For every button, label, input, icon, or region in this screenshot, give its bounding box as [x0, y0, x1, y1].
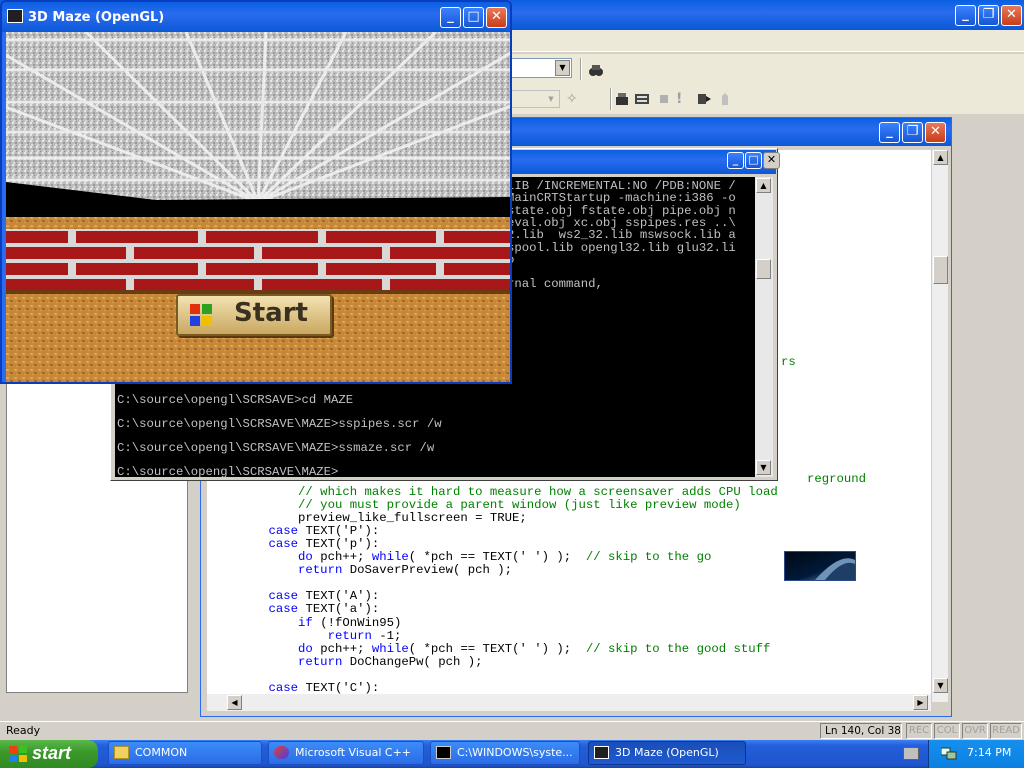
status-indicator-read: READ — [990, 723, 1022, 739]
ide-toolbar-1: ▼ — [510, 54, 1024, 84]
scroll-down-arrow-icon[interactable]: ▼ — [756, 460, 771, 475]
source-close-button[interactable]: ✕ — [925, 122, 946, 143]
scroll-thumb[interactable] — [933, 256, 948, 284]
code-fragment-reground: reground — [807, 472, 867, 486]
ide-close-button[interactable]: ✕ — [1001, 5, 1022, 26]
start-button[interactable]: start — [0, 740, 98, 768]
taskbar: start COMMON Microsoft Visual C++ C:\WIN… — [0, 740, 1024, 768]
code-line: preview_like_fullscreen = TRUE; — [298, 511, 527, 526]
keyboard-icon[interactable] — [903, 747, 919, 760]
chevron-down-icon[interactable]: ▼ — [555, 60, 570, 76]
maze-app-icon — [594, 746, 609, 759]
system-tray: 7:14 PM — [928, 740, 1024, 768]
ide-restore-button[interactable]: ❐ — [978, 5, 999, 26]
code-line: case TEXT('C'): — [268, 680, 380, 695]
maze-close-button[interactable]: ✕ — [486, 7, 507, 28]
taskbar-button-console[interactable]: C:\WINDOWS\syste... — [430, 741, 580, 765]
earth-thumbnail — [784, 551, 856, 581]
scroll-down-arrow-icon[interactable]: ▼ — [933, 678, 948, 693]
code-area: // which makes it hard to measure how a … — [239, 486, 937, 702]
status-indicator-col: COL — [934, 723, 960, 739]
clock[interactable]: 7:14 PM — [967, 746, 1011, 759]
find-combo[interactable]: ▼ — [510, 58, 572, 78]
console-command: C:\source\opengl\SCRSAVE>cd MAZE — [117, 393, 354, 407]
taskbar-button-common[interactable]: COMMON — [108, 741, 262, 765]
code-line: // which makes it hard to measure how a … — [298, 485, 778, 499]
stop-build-icon[interactable] — [656, 91, 672, 107]
console-command: C:\source\opengl\SCRSAVE\MAZE> — [117, 465, 339, 477]
console-icon — [436, 746, 451, 759]
scroll-left-arrow-icon[interactable]: ◀ — [227, 695, 242, 710]
status-ready: Ready — [6, 724, 41, 737]
taskbar-button-visual-cpp[interactable]: Microsoft Visual C++ — [268, 741, 424, 765]
compile-icon[interactable] — [614, 91, 630, 107]
config-combo[interactable]: ▼ — [510, 90, 560, 108]
folder-icon — [114, 746, 129, 759]
code-line: if (!fOnWin95) — [298, 615, 402, 630]
maze-start-sprite: Start — [176, 294, 332, 336]
code-line: case TEXT('a'): — [268, 602, 380, 617]
start-label: start — [32, 743, 72, 763]
ide-minimize-button[interactable]: _ — [955, 5, 976, 26]
code-line: case TEXT('A'): — [268, 589, 380, 604]
build-icon[interactable] — [634, 91, 650, 107]
taskbar-button-label: 3D Maze (OpenGL) — [615, 746, 719, 759]
code-line: return DoSaverPreview( pch ); — [298, 563, 513, 578]
go-icon[interactable] — [696, 91, 712, 107]
code-line: case TEXT('P'): — [268, 524, 380, 539]
chevron-down-icon[interactable]: ▼ — [544, 92, 558, 106]
status-indicator-ovr: OVR — [962, 723, 988, 739]
scroll-right-arrow-icon[interactable]: ▶ — [913, 695, 928, 710]
source-hscrollbar[interactable]: ◀ ▶ — [207, 694, 931, 711]
scroll-up-arrow-icon[interactable]: ▲ — [756, 178, 771, 193]
code-fragment-rs: rs — [781, 355, 796, 369]
ide-toolbar-2: ▼ ✧ ! — [510, 84, 1024, 114]
network-icon[interactable] — [940, 746, 957, 760]
taskbar-button-maze[interactable]: 3D Maze (OpenGL) — [588, 741, 746, 765]
toolbar-divider — [610, 88, 612, 110]
visual-cpp-icon — [274, 746, 289, 759]
maze-app-icon — [7, 9, 23, 23]
taskbar-button-label: Microsoft Visual C++ — [295, 746, 412, 759]
console-line: rnal command, — [507, 277, 603, 292]
maze-start-label: Start — [234, 298, 308, 328]
maze-title: 3D Maze (OpenGL) — [28, 10, 165, 25]
toolbar-divider — [580, 58, 582, 80]
taskbar-button-label: C:\WINDOWS\syste... — [457, 746, 573, 759]
console-vscrollbar[interactable]: ▲ ▼ — [755, 177, 773, 477]
code-line: do pch++; while( *pch == TEXT(' ') ); //… — [298, 641, 771, 656]
code-line: do pch++; while( *pch == TEXT(' ') ); //… — [298, 550, 712, 565]
binoculars-icon[interactable] — [588, 62, 604, 78]
source-restore-button[interactable]: ❐ — [902, 122, 923, 143]
status-position: Ln 140, Col 38 — [820, 723, 902, 739]
source-minimize-button[interactable]: _ — [879, 122, 900, 143]
scroll-thumb[interactable] — [756, 259, 771, 279]
console-minimize-button[interactable]: _ — [727, 152, 744, 169]
execute-icon[interactable]: ! — [676, 91, 692, 107]
breakpoint-icon[interactable] — [718, 91, 734, 107]
source-vscrollbar[interactable]: ▲ ▼ — [931, 150, 948, 702]
windows-logo-icon — [188, 302, 214, 328]
maze-viewport[interactable]: Start — [6, 32, 510, 382]
status-bar: Ready Ln 140, Col 38 REC COL OVR READ — [0, 721, 1024, 740]
code-line: case TEXT('p'): — [268, 537, 380, 552]
windows-flag-icon — [8, 745, 28, 763]
console-maximize-button[interactable]: □ — [745, 152, 762, 169]
console-command: C:\source\opengl\SCRSAVE\MAZE>sspipes.sc… — [117, 417, 442, 431]
console-line: spool.lib opengl32.lib glu32.li — [507, 240, 736, 255]
maze-maximize-button[interactable]: □ — [463, 7, 484, 28]
wand-icon[interactable]: ✧ — [566, 91, 582, 107]
code-line: // you must provide a parent window (jus… — [298, 498, 741, 513]
taskbar-button-label: COMMON — [135, 746, 188, 759]
maze-minimize-button[interactable]: _ — [440, 7, 461, 28]
code-line: return -1; — [327, 628, 402, 643]
maze-window: 3D Maze (OpenGL) _ □ ✕ Start — [0, 0, 512, 384]
console-close-button[interactable]: ✕ — [763, 152, 780, 169]
status-indicator-rec: REC — [906, 723, 932, 739]
scroll-up-arrow-icon[interactable]: ▲ — [933, 150, 948, 165]
console-command: C:\source\opengl\SCRSAVE\MAZE>ssmaze.scr… — [117, 441, 435, 455]
code-line: return DoChangePw( pch ); — [298, 654, 483, 669]
